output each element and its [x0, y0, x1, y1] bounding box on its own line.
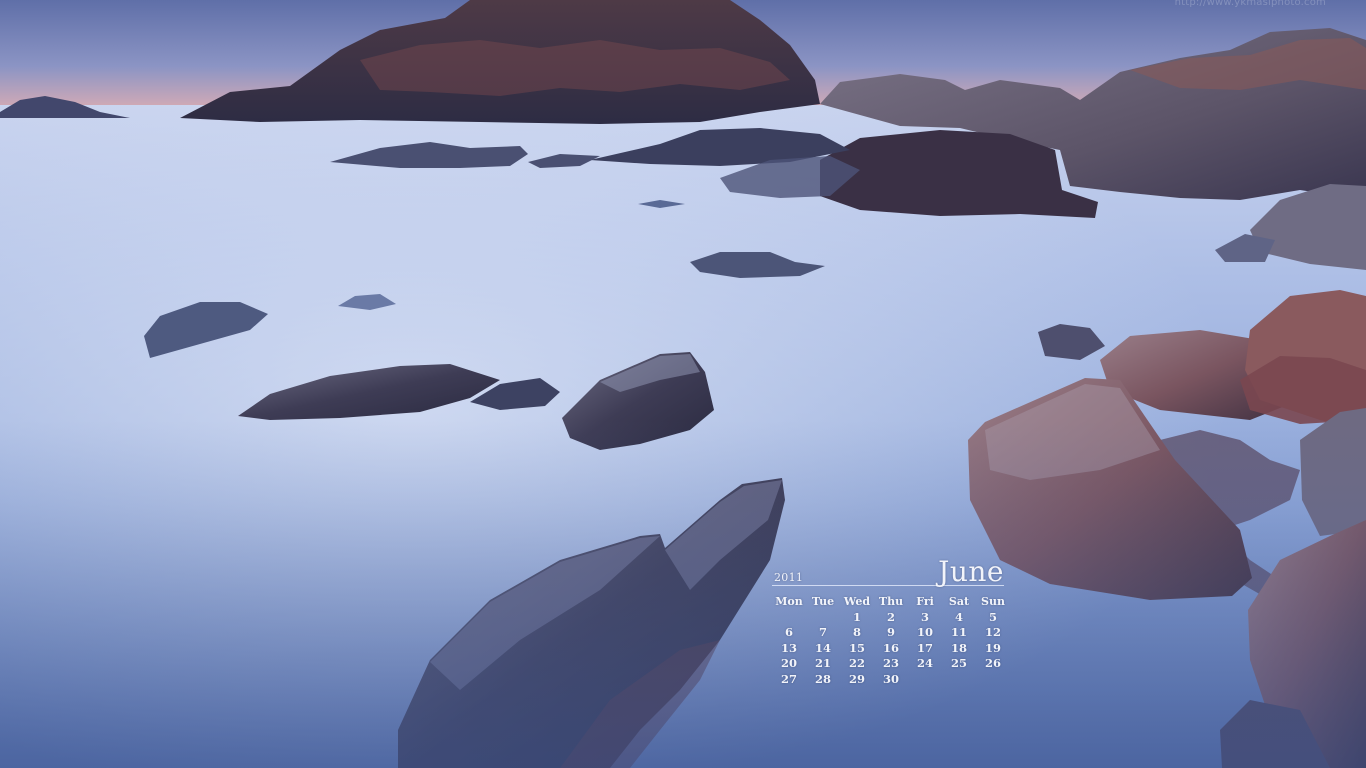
calendar-month: June	[938, 555, 1004, 588]
calendar-day: 5	[988, 609, 997, 624]
calendar-day: 26	[984, 656, 1001, 670]
calendar-day: 10	[916, 625, 933, 639]
calendar-day: 18	[950, 640, 967, 655]
calendar-day: 6	[784, 625, 793, 639]
calendar-day: 3	[920, 609, 929, 624]
calendar-day: 19	[984, 640, 1001, 655]
calendar-day: 27	[780, 671, 797, 686]
lower-shadow	[0, 420, 1366, 768]
calendar-day	[908, 672, 942, 688]
calendar-day: 24	[916, 656, 933, 670]
calendar-day: 9	[886, 625, 895, 639]
calendar-day: 20	[780, 656, 797, 670]
calendar-day	[772, 610, 806, 626]
calendar-day: 29	[848, 671, 865, 686]
calendar-day: 16	[882, 640, 899, 655]
watermark-url: http://www.ykmasiphoto.com	[1174, 0, 1326, 8]
calendar-day: 12	[984, 625, 1001, 639]
calendar-header: 2011 June	[772, 555, 1004, 588]
calendar-day	[806, 610, 840, 626]
calendar-day: 17	[916, 640, 933, 655]
day-name: Sat	[948, 595, 970, 608]
calendar-day: 13	[780, 640, 797, 655]
calendar-day: 7	[818, 625, 827, 639]
calendar-day: 25	[950, 656, 967, 670]
day-name: Thu	[878, 595, 904, 608]
calendar-day: 21	[814, 656, 831, 670]
calendar-day: 22	[848, 656, 865, 670]
calendar-day: 14	[814, 640, 831, 655]
calendar-day: 2	[886, 609, 895, 624]
calendar-widget: 2011 June Mon Tue Wed Thu Fri Sat Sun 1 …	[772, 555, 1012, 687]
day-name: Mon	[775, 595, 803, 608]
day-name: Fri	[916, 595, 934, 608]
calendar-day	[942, 672, 976, 688]
day-name: Tue	[811, 595, 835, 608]
calendar-day: 23	[882, 656, 899, 670]
day-name: Wed	[843, 595, 871, 608]
calendar-day: 15	[848, 640, 865, 655]
calendar-day: 1	[852, 609, 861, 624]
calendar-day	[976, 672, 1010, 688]
calendar-grid: Mon Tue Wed Thu Fri Sat Sun 1 2 3 4 5 6 …	[772, 594, 1012, 687]
seascape-photo	[0, 0, 1366, 768]
calendar-day: 30	[882, 671, 899, 686]
calendar-day: 11	[950, 625, 967, 639]
calendar-day: 8	[852, 625, 861, 639]
calendar-day: 28	[814, 671, 831, 686]
wallpaper-scene: http://www.ykmasiphoto.com 2011 June Mon…	[0, 0, 1366, 768]
calendar-year: 2011	[774, 571, 804, 584]
day-name: Sun	[981, 595, 1005, 608]
calendar-day: 4	[954, 609, 963, 624]
